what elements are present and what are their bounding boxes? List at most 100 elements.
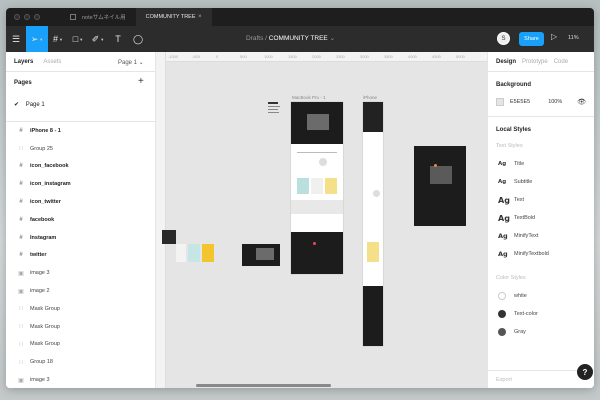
ruler-tick: 4000	[408, 54, 417, 59]
layer-label: icon_instagram	[30, 181, 71, 188]
comment-tool[interactable]: ◯	[128, 26, 148, 52]
tab-prototype[interactable]: Prototype	[522, 59, 548, 65]
background-opacity[interactable]: 100%	[548, 99, 562, 105]
zoom-level[interactable]: 11%	[568, 35, 579, 41]
layer-row[interactable]: ▣ image 3	[6, 264, 155, 282]
frame-icon: #	[19, 216, 23, 223]
color-style-item[interactable]: white	[488, 287, 594, 305]
ruler-tick: 5000	[456, 54, 465, 59]
layer-row[interactable]: # icon_facebook	[6, 158, 155, 176]
file-menu-caret[interactable]: ⌄	[330, 35, 335, 42]
left-panel-tabs: Layers Assets Page 1 ⌄	[6, 52, 155, 72]
layer-label: Instagram	[30, 234, 57, 241]
layer-row[interactable]: ∷ Mask Group	[6, 300, 155, 318]
text-style-label: Title	[514, 161, 525, 167]
image-thumbnail[interactable]	[176, 244, 186, 262]
share-button[interactable]: Share	[519, 32, 544, 46]
pages-section: Pages + ✔ Page 1	[6, 72, 155, 122]
layer-row[interactable]: ∷ Group 18	[6, 353, 155, 371]
layer-row[interactable]: ▣ image 3	[6, 371, 155, 388]
text-icon: T	[115, 34, 121, 44]
iphone-frame[interactable]	[363, 102, 383, 346]
page-selector[interactable]: Page 1 ⌄	[118, 59, 144, 66]
layer-row[interactable]: ▣ image 2	[6, 282, 155, 300]
frame-label-macbook[interactable]: MacBook Pro - 1	[292, 95, 326, 100]
layer-row[interactable]: # facebook	[6, 211, 155, 229]
image-icon: ▣	[18, 288, 24, 295]
help-button[interactable]: ?	[577, 364, 593, 380]
text-frame[interactable]	[268, 100, 282, 126]
macbook-frame[interactable]	[291, 102, 343, 274]
os-tab-note[interactable]: noteサムネイル用	[60, 8, 136, 26]
pen-tool[interactable]: ✐ ▼	[88, 26, 108, 52]
color-swatch[interactable]	[496, 98, 504, 106]
tab-layers[interactable]: Layers	[14, 59, 33, 65]
color-style-item[interactable]: Text-color	[488, 305, 594, 323]
layer-row[interactable]: # icon_twitter	[6, 193, 155, 211]
close-window-button[interactable]	[14, 14, 20, 20]
text-style-item[interactable]: Ag MinifyTextbold	[488, 245, 594, 263]
text-styles-title: Text Styles	[496, 143, 523, 149]
layer-row[interactable]: # twitter	[6, 247, 155, 265]
tab-design[interactable]: Design	[496, 59, 516, 65]
chevron-down-icon: ▼	[59, 36, 63, 42]
text-style-item[interactable]: Ag Subtitle	[488, 173, 594, 191]
canvas[interactable]: -1000 -500 0 500 1000 1500 2000 2500 300…	[156, 52, 487, 388]
tab-code[interactable]: Code	[554, 59, 568, 65]
dark-photo[interactable]	[414, 146, 466, 226]
image-thumbnail[interactable]	[188, 244, 200, 262]
os-tab-community-tree[interactable]: COMMUNITY TREE ×	[135, 8, 212, 26]
layer-row[interactable]: ∷ Mask Group	[6, 318, 155, 336]
figma-window: noteサムネイル用 COMMUNITY TREE × ☰ ➢ ▼ # ▼ □ ▼ ✐…	[6, 8, 594, 388]
frame-icon: #	[19, 163, 23, 170]
text-style-item[interactable]: Ag TextBold	[488, 209, 594, 227]
text-style-label: MinifyText	[514, 233, 539, 239]
shape-tool[interactable]: □ ▼	[68, 26, 88, 52]
minimize-window-button[interactable]	[24, 14, 30, 20]
toolbar: ☰ ➢ ▼ # ▼ □ ▼ ✐ ▼ T ◯ Drafts / COMMUNITY TRE…	[6, 26, 594, 52]
add-page-button[interactable]: +	[138, 76, 144, 87]
layer-label: twitter	[30, 252, 47, 259]
text-style-label: TextBold	[514, 215, 536, 221]
text-style-icon: Ag	[498, 250, 508, 258]
text-style-label: MinifyTextbold	[514, 251, 549, 257]
image-thumbnail[interactable]	[162, 230, 176, 244]
group-icon: ∷	[19, 306, 23, 313]
tab-assets[interactable]: Assets	[43, 59, 61, 65]
layer-row[interactable]: # icon_instagram	[6, 175, 155, 193]
image-thumbnail[interactable]	[242, 244, 280, 266]
frame-label-iphone[interactable]: iPhone	[363, 95, 377, 100]
maximize-window-button[interactable]	[34, 14, 40, 20]
layer-row[interactable]: ∷ Mask Group	[6, 336, 155, 354]
frame-tool[interactable]: # ▼	[48, 26, 68, 52]
layer-row[interactable]: # Instagram	[6, 229, 155, 247]
layer-row[interactable]: ∷ Group 25	[6, 140, 155, 158]
chevron-down-icon: ▼	[39, 36, 44, 42]
page-item[interactable]: ✔ Page 1	[14, 101, 45, 108]
background-fill[interactable]: E5E5E5 100% 👁	[488, 88, 594, 116]
close-tab-icon[interactable]: ×	[198, 14, 202, 20]
horizontal-scrollbar[interactable]	[196, 384, 331, 387]
text-style-label: Text	[514, 197, 525, 203]
main-menu-icon[interactable]: ☰	[6, 26, 26, 52]
text-style-item[interactable]: Ag Title	[488, 155, 594, 173]
file-icon	[70, 14, 76, 20]
layer-row[interactable]: # iPhone 8 - 1	[6, 122, 155, 140]
text-style-item[interactable]: Ag MinifyText	[488, 227, 594, 245]
layers-panel: Layers Assets Page 1 ⌄ Pages + ✔ Page 1 …	[6, 52, 156, 388]
image-thumbnail[interactable]	[202, 244, 214, 262]
color-style-item[interactable]: Gray	[488, 323, 594, 341]
present-play-icon[interactable]: ▷	[551, 32, 557, 41]
group-icon: ∷	[19, 146, 23, 153]
background-hex[interactable]: E5E5E5	[510, 99, 530, 105]
text-style-item[interactable]: Ag Text	[488, 191, 594, 209]
breadcrumb-drafts[interactable]: Drafts	[246, 35, 263, 42]
color-dot	[498, 292, 506, 300]
rectangle-icon: □	[72, 34, 79, 44]
file-name[interactable]: COMMUNITY TREE	[269, 35, 328, 42]
text-tool[interactable]: T	[108, 26, 128, 52]
eye-icon[interactable]: 👁	[577, 98, 586, 106]
avatar[interactable]: S	[497, 32, 510, 45]
left-ruler	[156, 52, 166, 388]
move-tool[interactable]: ➢ ▼	[26, 26, 48, 52]
